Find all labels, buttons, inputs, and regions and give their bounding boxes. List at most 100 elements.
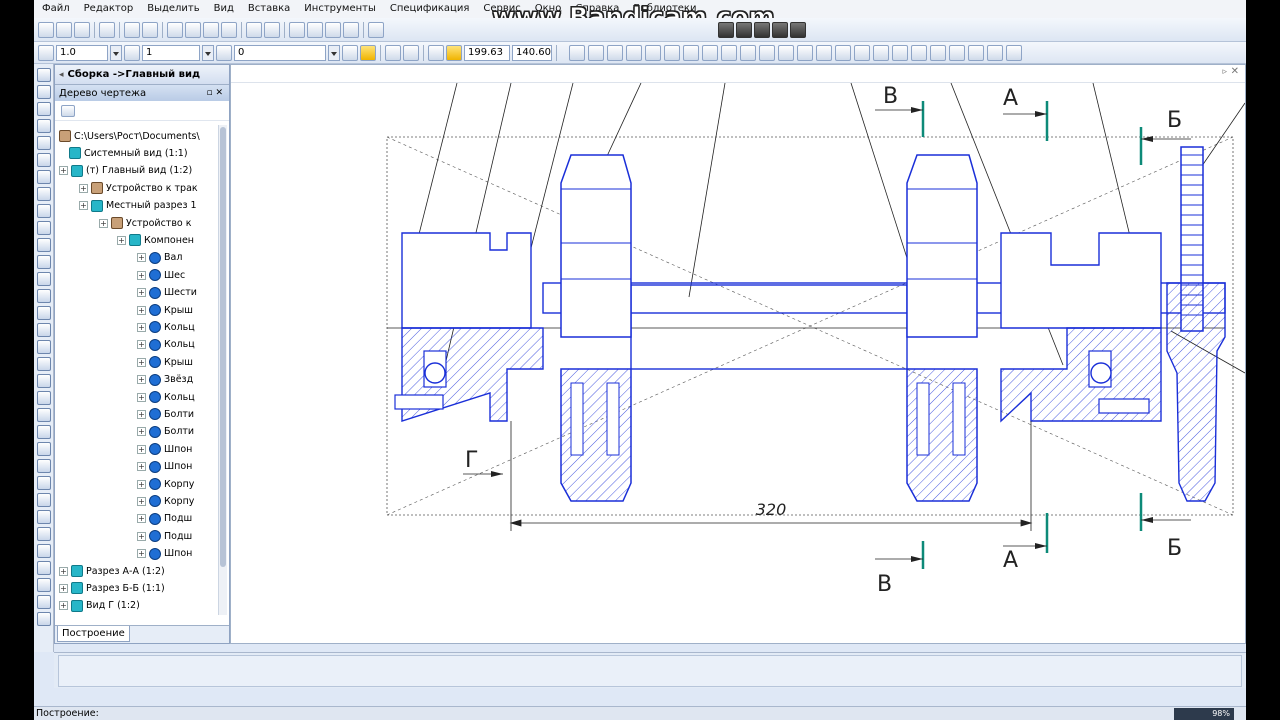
hatch-tool-icon[interactable] [721, 44, 737, 61]
undo-icon[interactable] [246, 21, 262, 38]
pattern-icon[interactable] [36, 527, 51, 541]
manager-icon[interactable] [289, 21, 305, 38]
deform-icon[interactable] [36, 476, 51, 490]
tree-node[interactable]: + Крыш [137, 353, 193, 371]
geometry-icon[interactable] [36, 68, 51, 82]
view-iso-icon[interactable] [736, 21, 752, 38]
move-tool-icon[interactable] [892, 44, 908, 61]
tree-node[interactable]: + Шпон [137, 440, 192, 458]
expand-toggle-icon[interactable]: + [79, 201, 88, 211]
attributes-icon[interactable] [36, 289, 51, 303]
expand-toggle-icon[interactable]: + [137, 531, 146, 541]
measure-icon[interactable] [36, 153, 51, 167]
line-tool-icon[interactable] [588, 44, 604, 61]
circle-tool-icon[interactable] [626, 44, 642, 61]
tree-node[interactable]: + Болти [137, 423, 194, 441]
format-brush-icon[interactable] [221, 21, 237, 38]
expand-toggle-icon[interactable]: + [79, 183, 88, 193]
fillet-icon[interactable] [36, 578, 51, 592]
coord-x-field[interactable]: 199.63 [464, 44, 510, 61]
extend-tool-icon[interactable] [797, 44, 813, 61]
snap-icon[interactable] [36, 323, 51, 337]
close-drawing-icon[interactable]: ✕ [1231, 66, 1239, 77]
help-icon[interactable] [343, 21, 359, 38]
table-tool-icon[interactable] [949, 44, 965, 61]
designations-icon[interactable] [36, 102, 51, 116]
angle-icon[interactable] [36, 340, 51, 354]
expand-toggle-icon[interactable]: + [59, 166, 68, 176]
tree-node[interactable]: C:\Users\Рост\Documents\ [59, 127, 200, 145]
dimensions-icon[interactable] [36, 85, 51, 99]
grid-icon[interactable] [403, 44, 419, 61]
tab-build[interactable]: Построение [57, 626, 130, 642]
layer-dropdown[interactable] [202, 44, 214, 61]
expand-toggle-icon[interactable]: + [137, 549, 146, 559]
new-document-icon[interactable] [38, 21, 54, 38]
tree-node[interactable]: + Шпон [137, 458, 192, 476]
expand-toggle-icon[interactable]: + [137, 392, 146, 402]
offset-icon[interactable] [36, 391, 51, 405]
grid-icon[interactable] [36, 306, 51, 320]
scale-tool-icon[interactable] [854, 44, 870, 61]
copy-tool-icon[interactable] [873, 44, 889, 61]
open-folder-icon[interactable] [56, 21, 72, 38]
scale-icon[interactable] [36, 425, 51, 439]
expand-toggle-icon[interactable]: + [59, 566, 68, 576]
expand-toggle-icon[interactable]: + [137, 305, 146, 315]
scale-dropdown[interactable] [110, 44, 122, 61]
tree-node[interactable]: + Устройство к [99, 214, 192, 232]
tree-node[interactable]: + Компонен [117, 231, 194, 249]
assembly-drawing[interactable]: 320 В В А А Б Б Г [231, 83, 1245, 643]
mirror-icon[interactable] [36, 459, 51, 473]
tree-pin-icon[interactable]: ▫ ✕ [206, 88, 223, 98]
expand-toggle-icon[interactable]: + [137, 462, 146, 472]
expand-toggle-icon[interactable]: + [137, 427, 146, 437]
properties-icon[interactable] [142, 21, 158, 38]
tree-node[interactable]: + Шести [137, 284, 197, 302]
menu-item-0[interactable]: Файл [34, 0, 76, 18]
select-icon[interactable] [36, 170, 51, 184]
tree-view-mode-icon[interactable] [61, 104, 75, 117]
parameters-icon[interactable] [36, 136, 51, 150]
local-cs-icon[interactable] [428, 44, 444, 61]
lib-icon[interactable] [36, 272, 51, 286]
tab-scroll-icon[interactable]: ▹ [1222, 67, 1227, 77]
expand-toggle-icon[interactable]: + [137, 375, 146, 385]
expand-toggle-icon[interactable]: + [137, 444, 146, 454]
library-icon[interactable] [307, 21, 323, 38]
tree-node[interactable]: + Кольц [137, 336, 195, 354]
tree-node[interactable]: + Разрез Б-Б (1:1) [59, 579, 165, 597]
variables-icon[interactable] [325, 21, 341, 38]
view-cube-icon[interactable] [718, 21, 734, 38]
print-icon[interactable] [99, 21, 115, 38]
explode-icon[interactable] [36, 493, 51, 507]
layer-field[interactable]: 1 [142, 44, 200, 61]
ortho-icon[interactable] [385, 44, 401, 61]
arc-icon[interactable] [36, 357, 51, 371]
expand-toggle-icon[interactable]: + [117, 235, 126, 245]
view-tool-icon[interactable] [1006, 44, 1022, 61]
expand-toggle-icon[interactable]: + [99, 218, 108, 228]
tree-node[interactable]: + Шпон [137, 545, 192, 563]
reports-icon[interactable] [36, 204, 51, 218]
spline-tool-icon[interactable] [702, 44, 718, 61]
tree-node[interactable]: + Корпу [137, 492, 194, 510]
menu-item-5[interactable]: Инструменты [296, 0, 382, 18]
tree-node[interactable]: + Подш [137, 510, 192, 528]
arc-tool-icon[interactable] [645, 44, 661, 61]
menu-item-4[interactable]: Вставка [240, 0, 296, 18]
symbol-tool-icon[interactable] [987, 44, 1003, 61]
insert-icon[interactable] [36, 221, 51, 235]
dimension-tool-icon[interactable] [911, 44, 927, 61]
tangent-icon[interactable] [36, 374, 51, 388]
drawing-area[interactable]: ▹ ✕ 320 В В А А Б Б Г [230, 64, 1246, 644]
cut-icon[interactable] [36, 544, 51, 558]
tree-node[interactable]: Системный вид (1:1) [69, 144, 188, 162]
point-tool-icon[interactable] [569, 44, 585, 61]
tree-node[interactable]: + Звёзд [137, 371, 193, 389]
cut-icon[interactable] [167, 21, 183, 38]
expand-toggle-icon[interactable]: + [137, 409, 146, 419]
tree-node[interactable]: + Местный разрез 1 [79, 197, 197, 215]
fillet-tool-icon[interactable] [740, 44, 756, 61]
zoom-icon[interactable] [368, 21, 384, 38]
